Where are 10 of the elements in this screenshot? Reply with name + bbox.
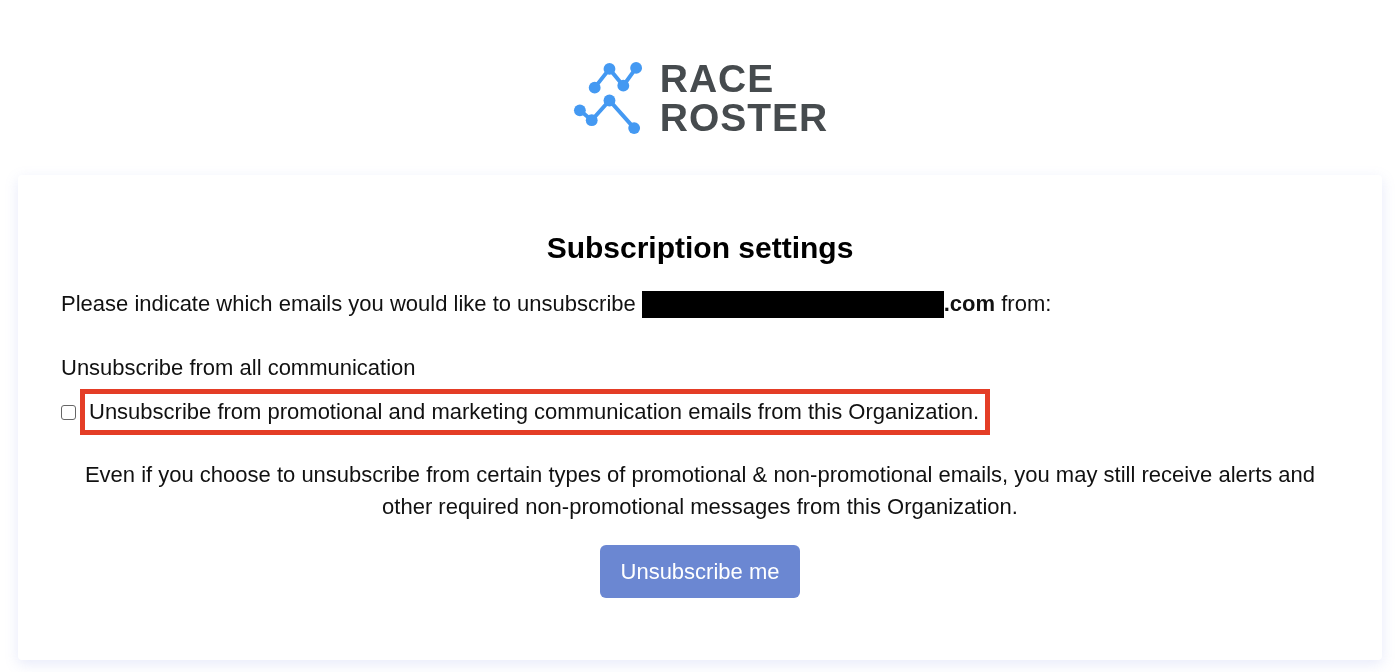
logo-text: ROSTER [659, 98, 829, 137]
checkbox[interactable] [61, 404, 76, 420]
intro-text: .com from: [943, 290, 1052, 318]
intro-text: Please indicate which emails you would like to unsubscribe [61, 290, 636, 318]
checkbox-label[interactable]: Unsubscribe from promotional and marketing communication emails from this Organization. [80, 389, 991, 435]
page-title: Subscription settings [545, 230, 855, 266]
logo-icon [571, 61, 644, 135]
section-label: Unsubscribe from all communication [61, 354, 417, 382]
notice-text: Even if you choose to unsubscribe from certain types of promotional & non-promotional emails, you may still receive alerts and other required non-promotional messages from this Organization. [83, 461, 1317, 521]
logo-text: RACE [659, 59, 776, 98]
